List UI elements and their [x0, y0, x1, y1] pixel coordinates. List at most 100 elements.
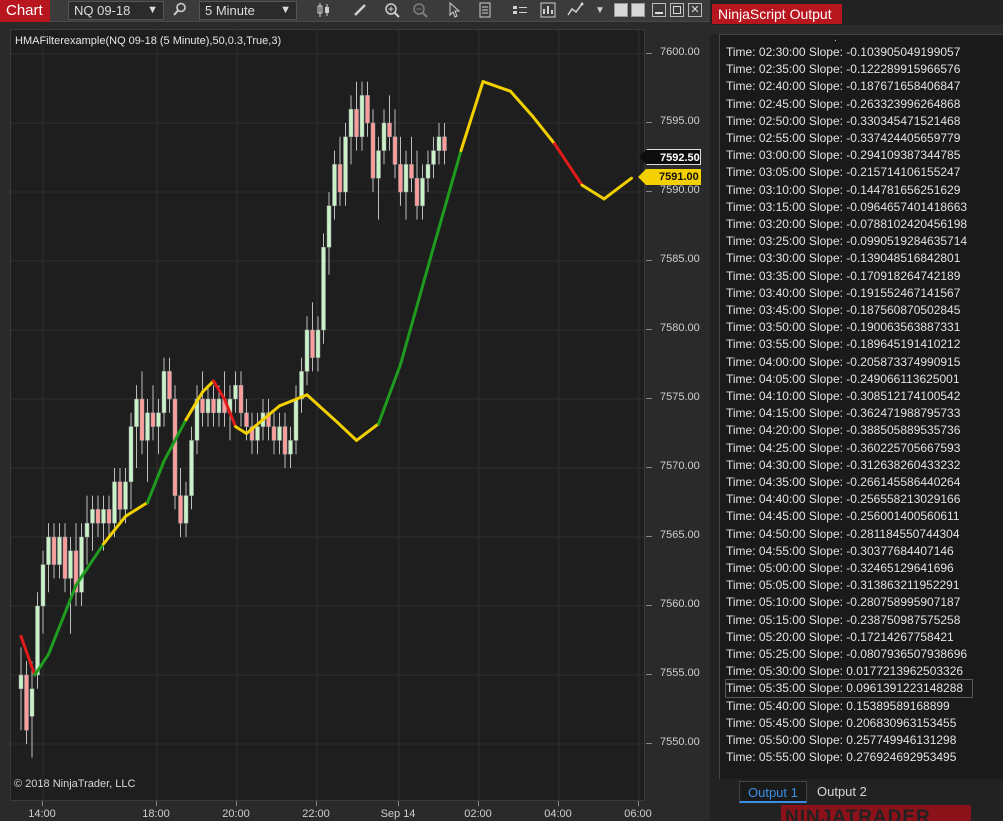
candle-body — [24, 674, 29, 731]
hma-segment — [184, 390, 204, 422]
output-line: Time: 03:05:00 Slope: -0.215714106155247 — [726, 165, 961, 180]
hma-segment — [399, 245, 435, 366]
output-line: Time: 05:20:00 Slope: -0.17214267758421 — [726, 629, 954, 644]
candle-body — [425, 164, 431, 179]
indicator-value-marker: 7591.00 — [638, 169, 701, 186]
output-line: Time: 05:55:00 Slope: 0.276924692953495 — [726, 750, 957, 765]
price-label: 7575.00 — [660, 391, 700, 403]
output-line: Time: 04:20:00 Slope: -0.388505889535736 — [726, 423, 961, 438]
candle-body — [79, 536, 84, 593]
price-chart — [11, 30, 646, 802]
search-icon[interactable] — [170, 2, 190, 20]
price-label: 7580.00 — [660, 322, 700, 334]
hma-segment — [459, 80, 485, 153]
minimize-button[interactable] — [652, 3, 666, 17]
price-axis[interactable]: 7600.00 7595.00 7590.00 7585.00 7580.00 7575.… — [638, 29, 710, 801]
time-tick — [316, 801, 317, 806]
candle-body — [139, 398, 145, 441]
time-tick — [156, 801, 157, 806]
candle-body — [370, 122, 376, 179]
instrument-selector[interactable]: NQ 09-18 ▼ — [68, 1, 164, 20]
interval-selector[interactable]: 5 Minute ▼ — [199, 1, 297, 20]
chevron-down-icon: ▼ — [147, 4, 158, 16]
output-line: Time: 02:35:00 Slope: -0.122289915966576 — [726, 62, 961, 77]
time-label: 04:00 — [544, 808, 572, 820]
chart-window: Chart NQ 09-18 ▼ 5 Minute ▼ ▼ ✕ HMAFilte… — [0, 0, 710, 821]
hma-segment — [355, 422, 380, 442]
candle-body — [172, 398, 178, 496]
pointer-icon[interactable] — [444, 1, 464, 20]
price-tick — [646, 743, 652, 744]
output-window-title[interactable]: NinjaScript Output — [712, 4, 842, 24]
output-line: Time: 04:10:00 Slope: -0.308512174100542 — [726, 389, 961, 403]
hma-segment — [278, 393, 309, 408]
price-tick — [646, 605, 652, 606]
output-line: Time: 04:45:00 Slope: -0.256001400560611 — [726, 509, 960, 524]
zoom-in-icon[interactable] — [382, 2, 402, 20]
price-tick — [646, 674, 652, 675]
candle-body — [442, 136, 447, 151]
output-line: Time: 02:50:00 Slope: -0.330345471521468 — [726, 113, 961, 128]
close-button[interactable]: ✕ — [688, 3, 702, 17]
candle-body — [95, 509, 101, 524]
output-line: Time: 05:35:00 Slope: 0.0961391223148288 — [725, 679, 973, 699]
hma-segment — [481, 80, 512, 93]
candle-body — [431, 150, 436, 165]
time-label: 20:00 — [222, 808, 250, 820]
price-label: 7555.00 — [660, 667, 700, 679]
candle-body — [420, 177, 425, 207]
hma-segment — [124, 501, 149, 518]
chart-tab[interactable]: Chart — [0, 0, 50, 22]
candle-body — [40, 564, 46, 607]
tile-left-icon[interactable] — [614, 3, 628, 17]
output-tabs: Output 1 Output 2 — [719, 779, 1003, 804]
output-line: Time: 03:45:00 Slope: -0.187560870502845 — [726, 303, 961, 317]
candlestick-style-icon[interactable] — [314, 2, 334, 20]
last-price-marker: 7592.50 — [639, 148, 701, 165]
output-line: Time: 04:25:00 Slope: -0.360225705667593 — [726, 440, 961, 455]
tile-right-icon[interactable] — [631, 3, 645, 17]
properties-icon[interactable] — [475, 2, 495, 20]
output-line: Time: 05:10:00 Slope: -0.280758995907187 — [726, 595, 961, 610]
candle-body — [156, 412, 161, 427]
candle-body — [348, 108, 354, 138]
zoom-out-icon[interactable] — [410, 2, 430, 20]
price-tick — [646, 260, 652, 261]
tab-output-1[interactable]: Output 1 — [739, 781, 807, 803]
output-line: Time: 03:40:00 Slope: -0.191552467141567 — [726, 285, 961, 300]
data-box-icon[interactable] — [510, 2, 530, 20]
candle-body — [304, 329, 310, 372]
strategies-icon[interactable] — [566, 2, 586, 20]
pencil-icon[interactable] — [350, 2, 370, 20]
candle-body — [255, 426, 260, 441]
candle-body — [343, 136, 348, 193]
time-label: 18:00 — [142, 808, 170, 820]
output-line: Time: 04:50:00 Slope: -0.281184550744304 — [726, 526, 960, 541]
time-axis[interactable]: 14:00 18:00 20:00 22:00 Sep 14 02:00 04:00 06:0… — [10, 801, 652, 821]
candle-body — [101, 509, 106, 524]
output-line: Time: 02:55:00 Slope: -0.337424405659779 — [726, 131, 961, 145]
output-line: Time: 04:00:00 Slope: -0.205873374990915 — [726, 354, 961, 369]
candle-body — [123, 481, 128, 510]
chevron-down-icon[interactable]: ▼ — [590, 2, 610, 20]
output-text-area[interactable]: . Time: 02:30:00 Slope: -0.10390504919905… — [719, 34, 1003, 779]
candle-body — [398, 164, 403, 193]
price-label: 7595.00 — [660, 115, 700, 127]
candle-body — [167, 371, 172, 400]
tab-output-2[interactable]: Output 2 — [809, 781, 875, 803]
candle-body — [376, 150, 381, 179]
candle-body — [288, 440, 293, 455]
price-tick — [646, 191, 652, 192]
time-label: 06:00 — [624, 808, 652, 820]
output-line: Time: 02:45:00 Slope: -0.263323996264868 — [726, 96, 961, 111]
output-line: Time: 05:45:00 Slope: 0.206830963153455 — [726, 715, 957, 730]
hma-segment — [531, 114, 556, 146]
candle-body — [409, 164, 414, 179]
hma-segment — [333, 418, 358, 442]
maximize-button[interactable] — [670, 3, 684, 17]
chart-plot-area[interactable]: HMAFilterexample(NQ 09-18 (5 Minute),50,… — [10, 29, 646, 802]
hma-segment — [19, 634, 37, 677]
candle-body — [62, 536, 68, 579]
indicators-icon[interactable] — [538, 2, 558, 20]
candle-body — [277, 426, 282, 441]
